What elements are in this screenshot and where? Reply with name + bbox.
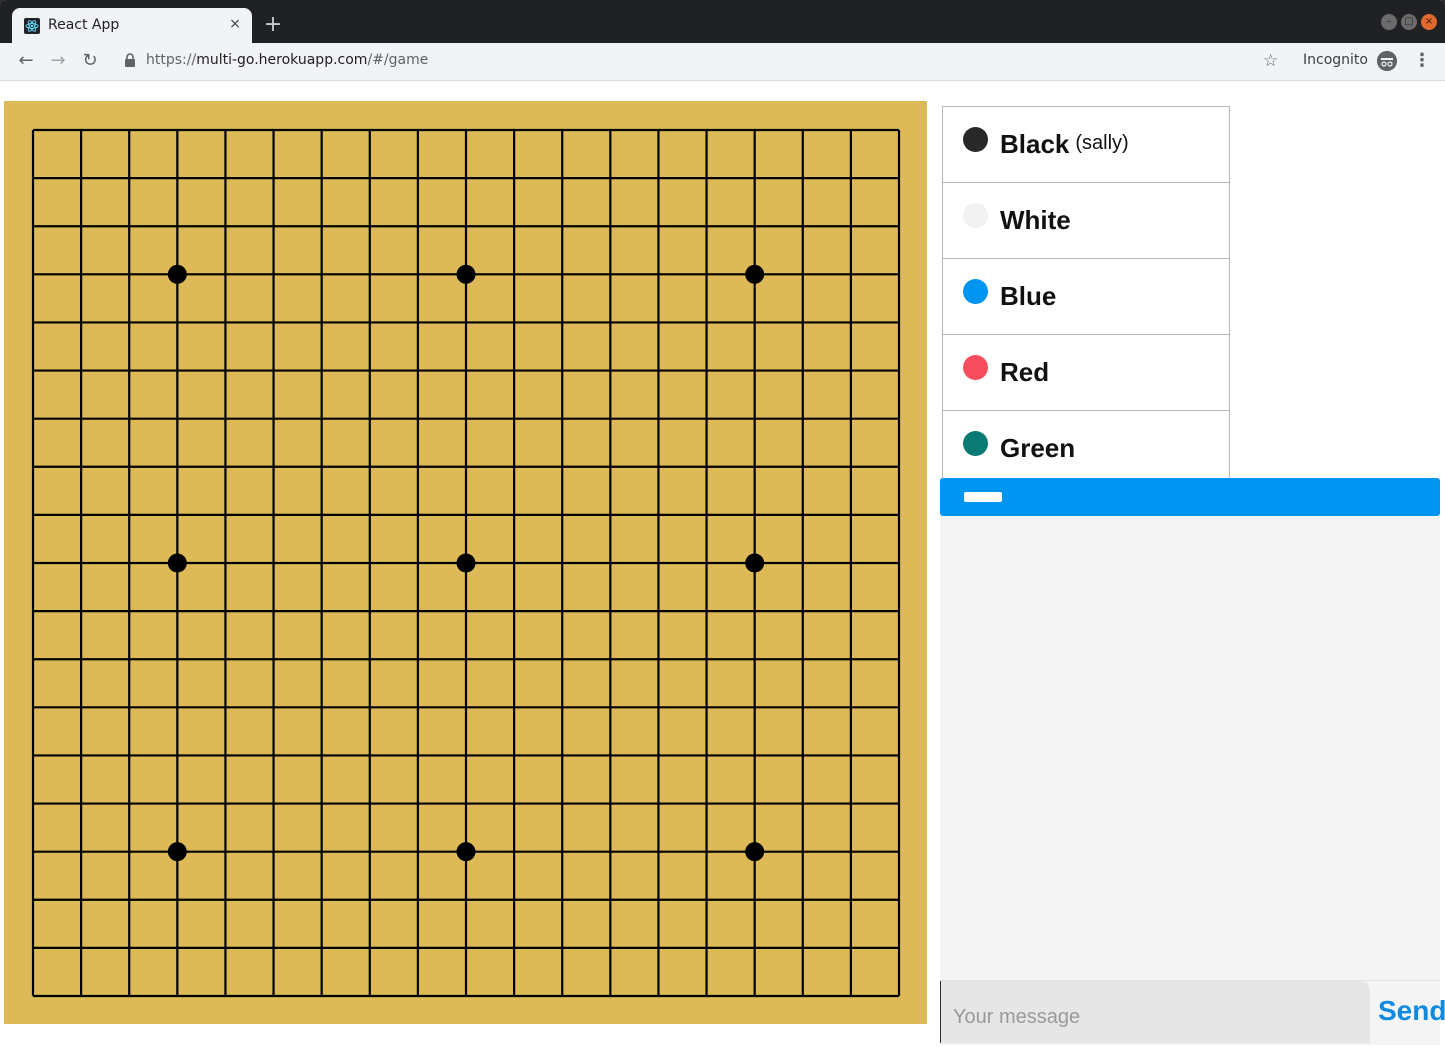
star-point: [456, 842, 476, 862]
tab-strip: React App × + – □ ×: [0, 0, 1445, 43]
url-scheme: https://: [146, 52, 197, 68]
player-name-text: Red: [1000, 357, 1050, 387]
browser-window: React App × + – □ × ← → ↻ https://multi-…: [0, 0, 1445, 1047]
browser-toolbar: ← → ↻ https://multi-go.herokuapp.com/#/g…: [0, 43, 1445, 81]
kebab-menu-icon[interactable]: ⋮: [1413, 50, 1431, 71]
player-name: White: [1000, 205, 1071, 236]
minimize-window-icon[interactable]: –: [1381, 14, 1397, 30]
player-color-dot: [963, 279, 988, 304]
player-name-text: White: [1000, 205, 1071, 235]
close-tab-icon[interactable]: ×: [226, 15, 244, 33]
player-name-text: Black: [1000, 129, 1070, 159]
tab-react-app[interactable]: React App ×: [12, 8, 252, 43]
star-point: [456, 553, 476, 573]
window-controls: – □ ×: [1381, 14, 1437, 30]
chat-messages: [940, 516, 1440, 979]
star-point: [167, 842, 187, 862]
player-row-green: Green: [942, 411, 1230, 487]
player-color-dot: [963, 203, 988, 228]
close-window-icon[interactable]: ×: [1421, 14, 1437, 30]
chat-panel: Send: [940, 478, 1445, 1045]
player-row-red: Red: [942, 335, 1230, 411]
go-board-grid[interactable]: [4, 101, 927, 1024]
player-username: (sally): [1075, 132, 1129, 154]
player-name: Blue: [1000, 281, 1056, 312]
player-name: Black (sally): [1000, 129, 1129, 160]
star-point: [456, 264, 476, 284]
star-point: [745, 553, 765, 573]
player-row-blue: Blue: [942, 259, 1230, 335]
player-row-black: Black (sally): [942, 106, 1230, 183]
star-point: [167, 553, 187, 573]
reload-icon[interactable]: ↻: [80, 51, 100, 71]
chat-message-input[interactable]: [940, 981, 1370, 1043]
url-path: /#/game: [367, 52, 429, 68]
player-name-text: Green: [1000, 433, 1076, 463]
send-button[interactable]: Send: [1378, 995, 1445, 1027]
player-name: Red: [1000, 357, 1049, 388]
player-name: Green: [1000, 433, 1075, 464]
address-bar[interactable]: https://multi-go.herokuapp.com/#/game: [146, 52, 428, 68]
incognito-icon[interactable]: [1377, 51, 1397, 71]
new-tab-button[interactable]: +: [262, 14, 284, 36]
tab-title: React App: [48, 17, 120, 33]
maximize-window-icon[interactable]: □: [1401, 14, 1417, 30]
back-icon[interactable]: ←: [16, 51, 36, 71]
chat-header-indicator: [964, 492, 1002, 502]
player-name-text: Blue: [1000, 281, 1057, 311]
url-host: multi-go.herokuapp.com: [196, 52, 368, 68]
player-row-white: White: [942, 183, 1230, 259]
incognito-label: Incognito: [1303, 52, 1368, 68]
star-point: [167, 264, 187, 284]
react-logo-icon: [24, 18, 40, 34]
player-color-dot: [963, 431, 988, 456]
player-list: Black (sally) White Blue Red Green: [942, 106, 1230, 487]
page-content: Black (sally) White Blue Red Green Your …: [0, 81, 1445, 1047]
player-color-dot: [963, 127, 988, 152]
lock-icon: [125, 53, 135, 67]
forward-icon[interactable]: →: [48, 51, 68, 71]
star-point: [745, 842, 765, 862]
go-board[interactable]: [4, 101, 927, 1024]
star-icon[interactable]: ☆: [1263, 51, 1278, 71]
star-point: [745, 264, 765, 284]
chat-header[interactable]: [940, 478, 1440, 516]
chat-input-row: Send: [940, 980, 1445, 1045]
player-color-dot: [963, 355, 988, 380]
